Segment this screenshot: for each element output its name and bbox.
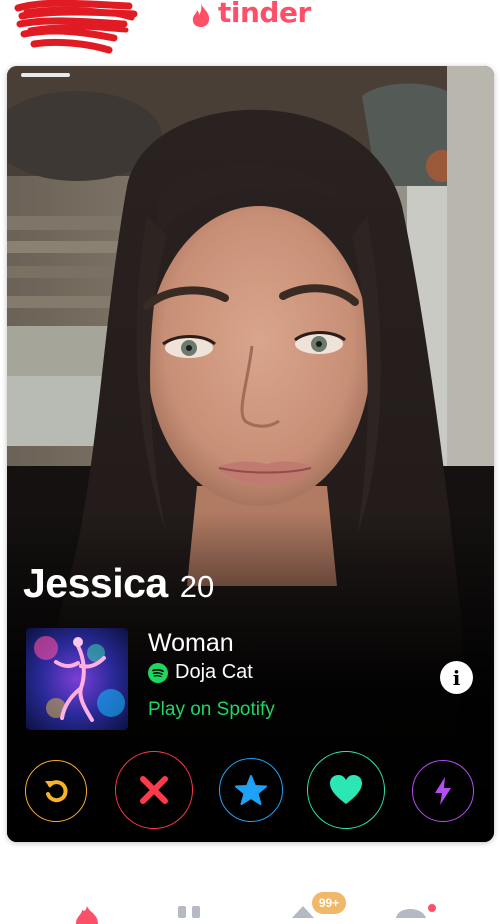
spotify-icon [148,662,168,683]
tinder-logo[interactable]: tinder [190,0,311,30]
flame-nav-icon[interactable] [70,904,104,924]
anthem-artist: Doja Cat [175,661,253,683]
rewind-icon [45,780,68,803]
profile-info-button[interactable]: i [440,661,473,694]
profile-name: Jessica [23,560,168,606]
profile-gender: Woman [148,629,234,657]
rewind-button[interactable] [25,760,87,822]
like-button[interactable] [307,751,385,829]
lightning-icon [435,777,451,805]
photo-pager-indicator [21,73,70,77]
super-like-button[interactable] [219,758,283,822]
bottom-nav [0,856,500,924]
nope-button[interactable] [115,751,193,829]
album-art[interactable] [26,628,128,730]
explore-nav-icon[interactable] [172,906,212,918]
action-bar [7,749,494,829]
logo-wordmark: tinder [218,0,311,29]
top-bar: tinder [0,0,500,60]
play-on-spotify-link[interactable]: Play on Spotify [148,699,275,721]
likes-count-badge: 99+ [312,892,346,914]
star-icon [235,775,267,805]
close-icon [140,776,168,804]
heart-icon [330,775,362,804]
flame-icon [192,3,210,27]
profile-info: Woman Doja Cat Play on Spotify [148,628,275,721]
info-icon: i [452,665,461,690]
profile-card[interactable]: Jessica 20 Woman Doja Cat Play on Spotif… [7,66,494,842]
profile-age: 20 [179,569,215,604]
redaction-scribble [14,0,138,54]
boost-button[interactable] [412,760,474,822]
name-age-row: Jessica 20 [23,560,214,607]
anthem-row: Doja Cat [148,661,275,684]
